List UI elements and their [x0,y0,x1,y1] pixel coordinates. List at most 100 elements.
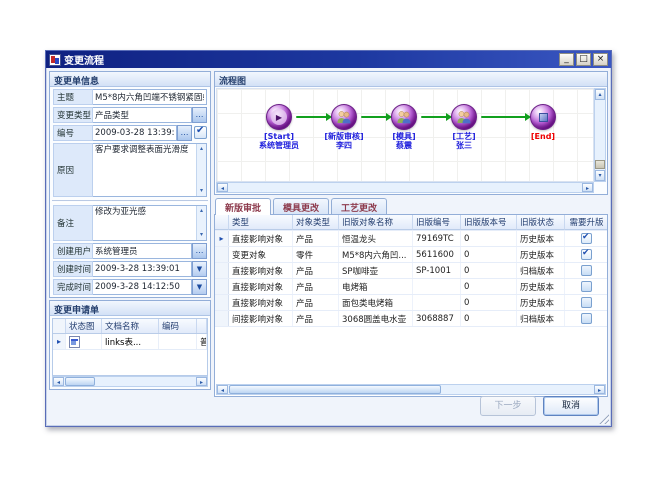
scroll-down-icon[interactable]: ▾ [200,186,203,196]
minimize-button[interactable]: _ [559,53,574,66]
col-header-code[interactable]: 编码 [159,319,197,333]
need-upgrade-checkbox[interactable] [581,249,592,260]
col-header-extra[interactable] [197,319,207,333]
row-indicator [215,279,229,294]
row-indicator: ▸ [53,334,66,349]
number-checkbox[interactable] [194,126,207,139]
close-button[interactable]: × [593,53,608,66]
next-button[interactable]: 下一步 [480,396,536,416]
col-header-old-code[interactable]: 旧版编号 [413,215,461,230]
need-upgrade-cell [565,311,607,326]
tab-mold-change[interactable]: 模具更改 [273,198,329,215]
request-list-header: 变更申请单 [50,301,210,316]
category-cell: 普通 [197,334,207,349]
need-upgrade-checkbox[interactable] [581,281,592,292]
scroll-down-icon[interactable]: ▾ [200,230,203,240]
create-time-dropdown-icon[interactable]: ▼ [192,261,207,277]
change-type-ellipsis-button[interactable]: … [192,107,207,123]
table-row[interactable]: 变更对象 零件 M5*8内六角凹... 5611600 0 历史版本 M5*8 [215,247,607,263]
need-upgrade-checkbox[interactable] [581,313,592,324]
scroll-up-icon[interactable]: ▴ [200,206,203,216]
document-icon [69,336,80,348]
create-user-ellipsis-button[interactable]: … [192,243,207,259]
old-name-cell: 电烤箱 [339,279,413,294]
old-code-cell: SP-1001 [413,263,461,278]
col-header-status[interactable]: 状态图 [66,319,102,333]
number-ellipsis-button[interactable]: … [177,125,192,141]
flow-node-craft[interactable]: [工艺] 张三 [429,104,499,150]
create-time-row: 创建时间 ▼ [53,261,207,277]
remark-scrollbar[interactable]: ▴▾ [196,206,206,240]
flow-chart-header: 流程图 [215,72,607,87]
scroll-thumb[interactable] [65,377,95,386]
scroll-down-icon[interactable]: ▾ [595,170,605,181]
need-upgrade-checkbox[interactable] [581,265,592,276]
need-upgrade-checkbox[interactable] [581,297,592,308]
need-upgrade-cell [565,231,607,246]
old-code-cell [413,279,461,294]
titlebar[interactable]: 变更流程 _ □ × [46,51,611,68]
end-node-icon [530,104,556,130]
finish-time-input[interactable] [93,279,192,295]
scroll-up-icon[interactable]: ▴ [595,89,605,100]
col-header-type[interactable]: 类型 [229,215,293,230]
request-table-header: 状态图 文档名称 编码 [53,319,207,334]
need-upgrade-checkbox[interactable] [581,233,592,244]
reason-textarea[interactable]: 客户要求调整表面光滑度 ▴▾ [93,143,207,197]
scroll-right-icon[interactable]: ▸ [594,385,605,394]
maximize-button[interactable]: □ [576,53,591,66]
type-cell: 直接影响对象 [229,231,293,246]
scroll-thumb[interactable] [595,160,605,169]
request-table-hscrollbar[interactable]: ◂ ▸ [52,376,208,387]
table-row[interactable]: ▸ 直接影响对象 产品 恒温龙头 79169TC 0 历史版本 [215,231,607,247]
change-type-label: 变更类型 [53,107,93,123]
scroll-up-icon[interactable]: ▴ [200,144,203,154]
cancel-button[interactable]: 取消 [543,396,599,416]
row-header-cell [215,215,229,230]
tab-new-version-approval[interactable]: 新版审批 [215,198,271,215]
scroll-left-icon[interactable]: ◂ [217,183,228,192]
flow-vscrollbar[interactable]: ▴ ▾ [594,88,606,182]
number-input[interactable] [93,125,177,141]
tabstrip: 新版审批 模具更改 工艺更改 [214,195,608,215]
table-row[interactable]: 直接影响对象 产品 SP咖啡壶 SP-1001 0 归档版本 SP咖 [215,263,607,279]
subject-row: 主题 [53,89,207,105]
remark-textarea[interactable]: 修改为亚光感 ▴▾ [93,205,207,241]
col-header-old-name[interactable]: 旧版对象名称 [339,215,413,230]
reason-scrollbar[interactable]: ▴▾ [196,144,206,196]
scroll-left-icon[interactable]: ◂ [217,385,228,394]
table-row[interactable]: 直接影响对象 产品 面包类电烤箱 0 历史版本 [215,295,607,311]
table-row[interactable]: 直接影响对象 产品 电烤箱 0 历史版本 [215,279,607,295]
col-header-old-version[interactable]: 旧版版本号 [461,215,517,230]
row-indicator [215,311,229,326]
scroll-right-icon[interactable]: ▸ [196,377,207,386]
col-header-need-upgrade[interactable]: 需要升版 [565,215,607,230]
scroll-left-icon[interactable]: ◂ [53,377,64,386]
request-table-empty [53,350,207,375]
create-user-row: 创建用户 … [53,243,207,259]
request-table-row[interactable]: ▸ links表... 普通 [53,334,207,350]
flow-hscrollbar[interactable]: ◂ ▸ [216,182,594,193]
scroll-right-icon[interactable]: ▸ [582,183,593,192]
col-header-object-type[interactable]: 对象类型 [293,215,339,230]
tab-craft-change[interactable]: 工艺更改 [331,198,387,215]
people-icon [456,110,472,124]
finish-time-label: 完成时间 [53,279,93,295]
col-header-old-status[interactable]: 旧版状态 [517,215,565,230]
resize-grip-icon[interactable] [598,413,609,424]
approval-table-hscrollbar[interactable]: ◂ ▸ [216,384,606,395]
code-cell [159,334,197,349]
row-indicator [215,247,229,262]
create-user-input[interactable] [93,243,192,259]
request-table: 状态图 文档名称 编码 ▸ links表... 普通 [52,318,208,376]
table-row[interactable]: 间接影响对象 产品 3068圆盖电水壶 3068887 0 归档版本 [215,311,607,327]
flow-chart-canvas[interactable]: ▶ [Start] 系统管理员 [216,88,594,182]
scroll-thumb[interactable] [229,385,441,394]
col-header-docname[interactable]: 文档名称 [102,319,159,333]
flow-node-end[interactable]: [End] [508,104,578,141]
create-time-input[interactable] [93,261,192,277]
subject-input[interactable] [93,89,207,105]
finish-time-dropdown-icon[interactable]: ▼ [192,279,207,295]
change-type-input[interactable] [93,107,192,123]
flow-node-start[interactable]: ▶ [Start] 系统管理员 [244,104,314,150]
